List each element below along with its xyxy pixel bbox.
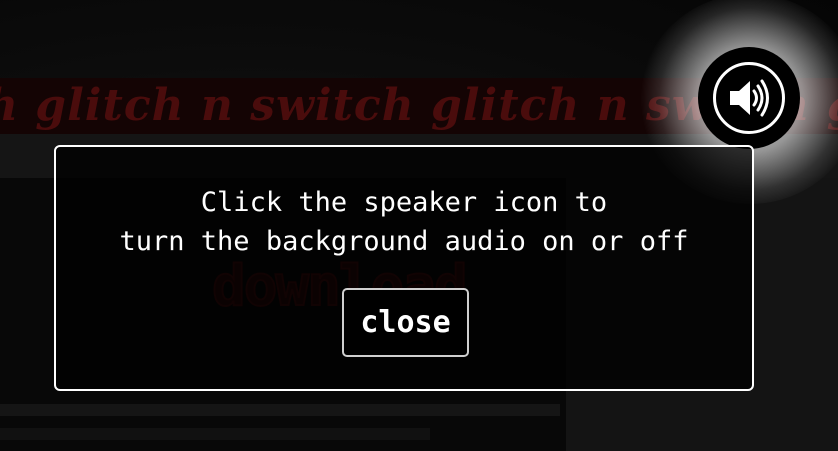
speaker-ring — [713, 62, 785, 134]
background-row — [0, 428, 430, 440]
audio-info-modal: Click the speaker icon to turn the backg… — [54, 145, 754, 391]
background-row — [0, 404, 560, 416]
app-stage: h glitch n switch glitch n switch glitch… — [0, 0, 838, 451]
modal-message: Click the speaker icon to turn the backg… — [56, 183, 752, 261]
speaker-volume-icon — [730, 79, 769, 117]
modal-message-line-1: Click the speaker icon to — [200, 187, 608, 218]
modal-message-line-2: turn the background audio on or off — [119, 226, 689, 257]
close-button[interactable]: close — [342, 288, 469, 357]
speaker-toggle-button[interactable] — [698, 47, 800, 149]
